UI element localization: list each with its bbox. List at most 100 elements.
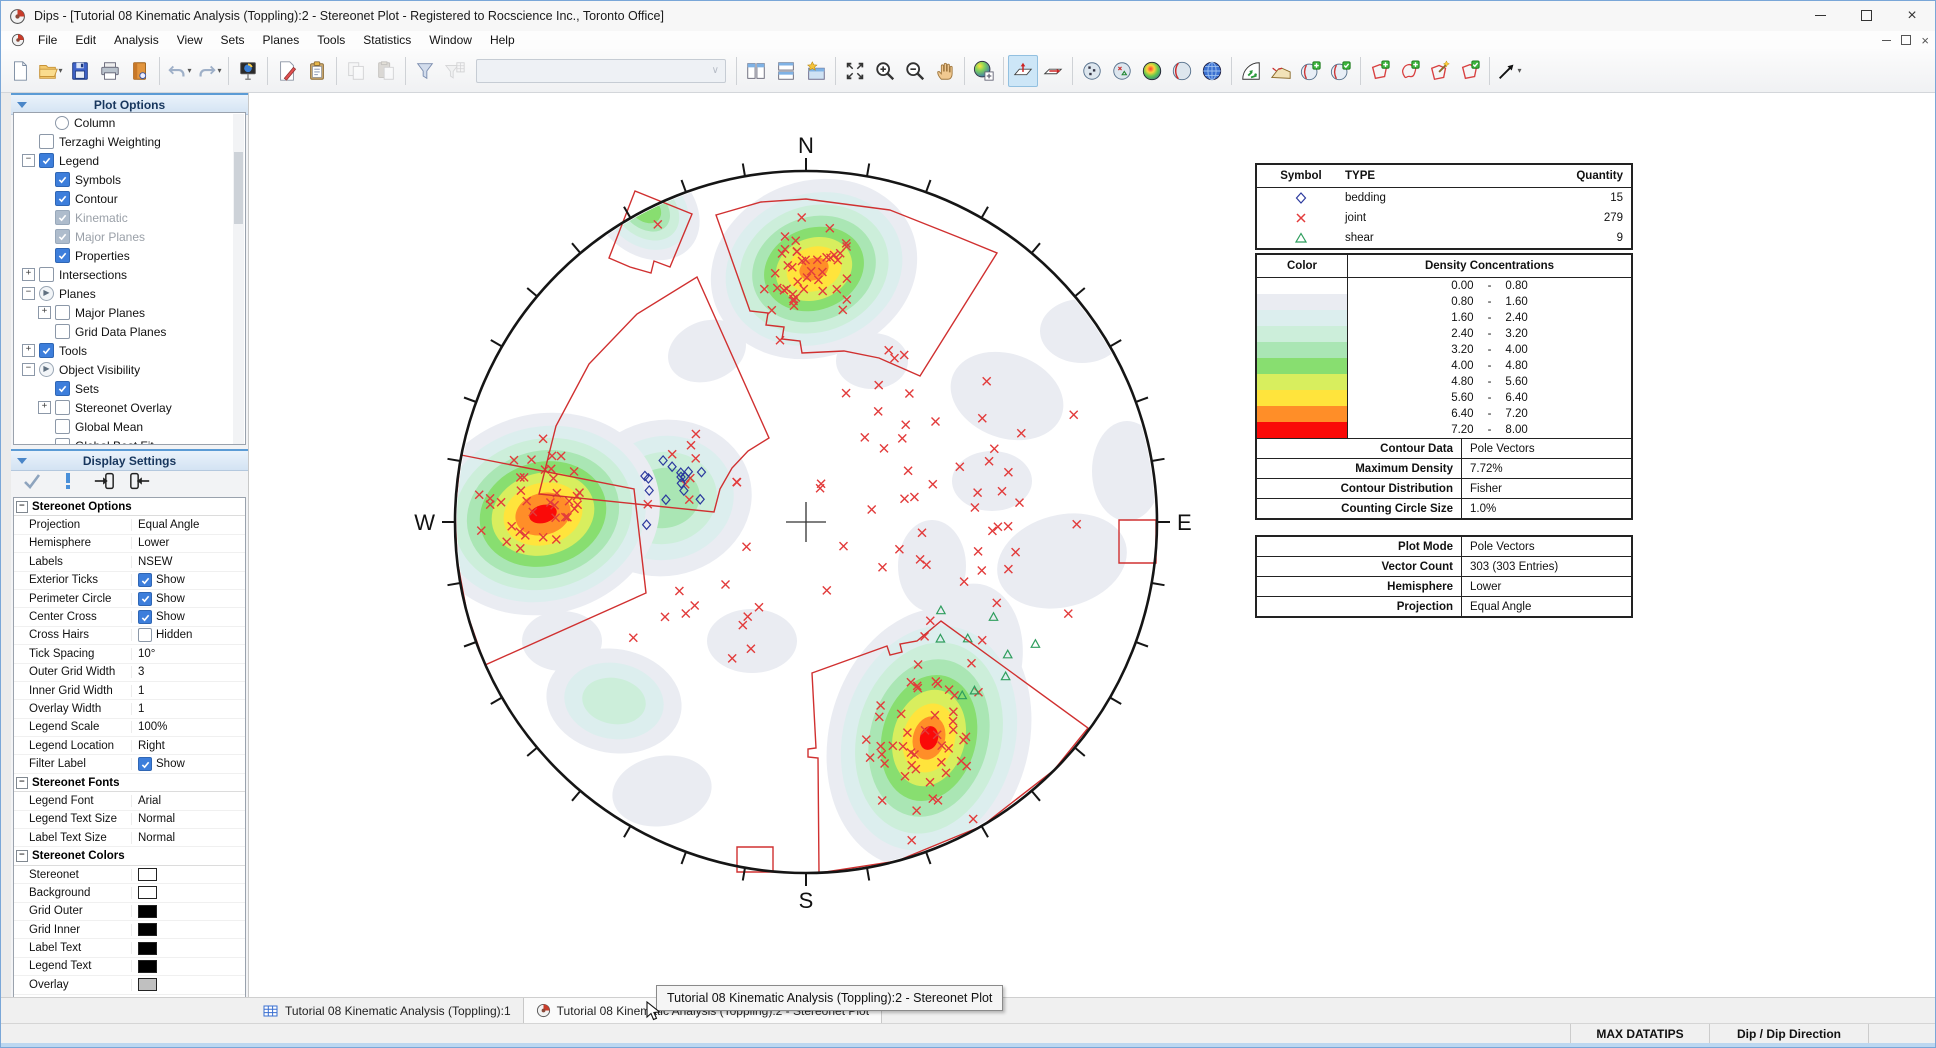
color-swatch[interactable] (138, 923, 157, 936)
print-button[interactable] (95, 55, 125, 87)
prop-checkbox-icon[interactable] (138, 573, 152, 587)
prop-value[interactable]: Equal Angle (132, 519, 245, 531)
prop-value[interactable]: Lower (132, 537, 245, 549)
tree-expand-icon[interactable]: − (22, 287, 35, 300)
status-max-datatips[interactable]: MAX DATATIPS (1570, 1024, 1709, 1044)
checkbox-checked-icon[interactable] (39, 343, 54, 358)
tree-item-properties[interactable]: Properties (14, 246, 245, 265)
filter-button[interactable] (410, 55, 440, 87)
checkbox-checked-icon[interactable] (55, 229, 70, 244)
prop-checkbox-icon[interactable] (138, 757, 152, 771)
menu-item-statistics[interactable]: Statistics (354, 31, 420, 49)
add-set-freehand-button[interactable] (1395, 55, 1425, 87)
checkbox-unchecked-icon[interactable] (55, 419, 70, 434)
checkbox-unchecked-icon[interactable] (55, 400, 70, 415)
prop-row-overlay[interactable]: Overlay (14, 976, 245, 994)
document-tab-1[interactable]: Tutorial 08 Kinematic Analysis (Toppling… (251, 998, 524, 1023)
prop-value[interactable]: Normal (132, 813, 245, 825)
rosette-plot-button[interactable] (1197, 55, 1227, 87)
kinematic-analysis-button[interactable] (1236, 55, 1266, 87)
dropdown-chevron-icon[interactable]: ▾ (58, 66, 62, 75)
tree-expand-icon[interactable]: − (22, 154, 35, 167)
edit-planes-button[interactable] (1326, 55, 1356, 87)
pan-button[interactable] (930, 55, 960, 87)
checkbox-unchecked-icon[interactable] (55, 324, 70, 339)
checkbox-unchecked-icon[interactable] (39, 267, 54, 282)
tree-item-planes[interactable]: −▶Planes (14, 284, 245, 303)
prop-row-tick-spacing[interactable]: Tick Spacing10° (14, 645, 245, 663)
open-button[interactable]: ▾ (35, 55, 65, 87)
clipboard-button[interactable] (302, 55, 332, 87)
stereonet-canvas[interactable]: NSWE SymbolTYPEQuantitybedding15joint279… (248, 93, 1936, 997)
dropdown-chevron-icon[interactable]: ▾ (1517, 66, 1521, 75)
tree-item-contour[interactable]: Contour (14, 189, 245, 208)
section-expand-icon[interactable]: − (16, 850, 28, 862)
export-settings-button[interactable] (93, 472, 115, 494)
menu-item-tools[interactable]: Tools (308, 31, 354, 49)
add-set-window-button[interactable] (1365, 55, 1395, 87)
tree-item-global-mean[interactable]: Global Mean (14, 417, 245, 436)
prop-row-labels[interactable]: LabelsNSEW (14, 553, 245, 571)
tree-item-grid-data-planes[interactable]: Grid Data Planes (14, 322, 245, 341)
prop-value[interactable]: 100% (132, 721, 245, 733)
prop-value[interactable]: Show (132, 610, 245, 624)
color-swatch[interactable] (138, 886, 157, 899)
section-expand-icon[interactable]: − (16, 501, 28, 513)
display-settings-header[interactable]: Display Settings (11, 449, 248, 471)
prop-row-label-text-size[interactable]: Label Text SizeNormal (14, 829, 245, 847)
prop-value[interactable] (132, 960, 245, 973)
prop-value[interactable]: Show (132, 573, 245, 587)
prop-row-exterior-ticks[interactable]: Exterior TicksShow (14, 572, 245, 590)
tree-item-terzaghi-weighting[interactable]: Terzaghi Weighting (14, 132, 245, 151)
tree-item-kinematic[interactable]: Kinematic (14, 208, 245, 227)
auto-sets-button[interactable] (1425, 55, 1455, 87)
tree-scrollbar-thumb[interactable] (234, 152, 243, 224)
prop-row-inner-grid-width[interactable]: Inner Grid Width1 (14, 682, 245, 700)
zoom-in-button[interactable] (870, 55, 900, 87)
close-button[interactable]: × (1889, 1, 1935, 30)
prop-value[interactable] (132, 905, 245, 918)
expand-arrow-icon[interactable]: ▶ (39, 286, 54, 301)
prop-value[interactable]: 3 (132, 666, 245, 678)
prop-value[interactable] (132, 942, 245, 955)
tree-expand-icon[interactable]: − (22, 363, 35, 376)
tree-item-global-best-fit[interactable]: Global Best Fit (14, 436, 245, 445)
prop-row-perimeter-circle[interactable]: Perimeter CircleShow (14, 590, 245, 608)
tree-expand-icon[interactable]: + (38, 306, 51, 319)
menu-item-sets[interactable]: Sets (212, 31, 254, 49)
undo-button[interactable]: ▾ (164, 55, 194, 87)
zoom-extents-button[interactable] (840, 55, 870, 87)
prop-row-label-text[interactable]: Label Text (14, 939, 245, 957)
tree-expand-icon[interactable]: + (22, 344, 35, 357)
pole-plot-button[interactable] (1008, 55, 1038, 87)
checkbox-checked-icon[interactable] (55, 172, 70, 187)
tree-item-major-planes[interactable]: Major Planes (14, 227, 245, 246)
prop-row-stereonet[interactable]: Stereonet (14, 866, 245, 884)
mdi-close-button[interactable]: × (1921, 33, 1929, 48)
prop-value[interactable]: 1 (132, 685, 245, 697)
prop-row-cross-hairs[interactable]: Cross HairsHidden (14, 627, 245, 645)
prop-row-grid-inner[interactable]: Grid Inner (14, 921, 245, 939)
slope-orientation-button[interactable] (1266, 55, 1296, 87)
filter-combobox[interactable]: ∨ (476, 59, 726, 83)
query-tool-button[interactable]: ▾ (1494, 55, 1524, 87)
tree-scrollbar[interactable] (233, 114, 244, 444)
prop-value[interactable] (132, 868, 245, 881)
prop-row-filter-label[interactable]: Filter LabelShow (14, 755, 245, 773)
prop-row-hemisphere[interactable]: HemisphereLower (14, 535, 245, 553)
menu-item-view[interactable]: View (168, 31, 212, 49)
symbol-plot-button[interactable] (1107, 55, 1137, 87)
tree-item-object-visibility[interactable]: −▶Object Visibility (14, 360, 245, 379)
prop-value[interactable]: Hidden (132, 628, 245, 642)
checkbox-checked-icon[interactable] (55, 210, 70, 225)
color-swatch[interactable] (138, 905, 157, 918)
prop-value[interactable] (132, 886, 245, 899)
prop-value[interactable]: Arial (132, 795, 245, 807)
checkbox-checked-icon[interactable] (39, 153, 54, 168)
prop-row-center-cross[interactable]: Center CrossShow (14, 608, 245, 626)
prop-row-background[interactable]: Background (14, 884, 245, 902)
prop-value[interactable]: Normal (132, 832, 245, 844)
menu-item-analysis[interactable]: Analysis (105, 31, 168, 49)
prop-section-stereonet-fonts[interactable]: −Stereonet Fonts (14, 774, 245, 792)
major-planes-button[interactable] (1167, 55, 1197, 87)
